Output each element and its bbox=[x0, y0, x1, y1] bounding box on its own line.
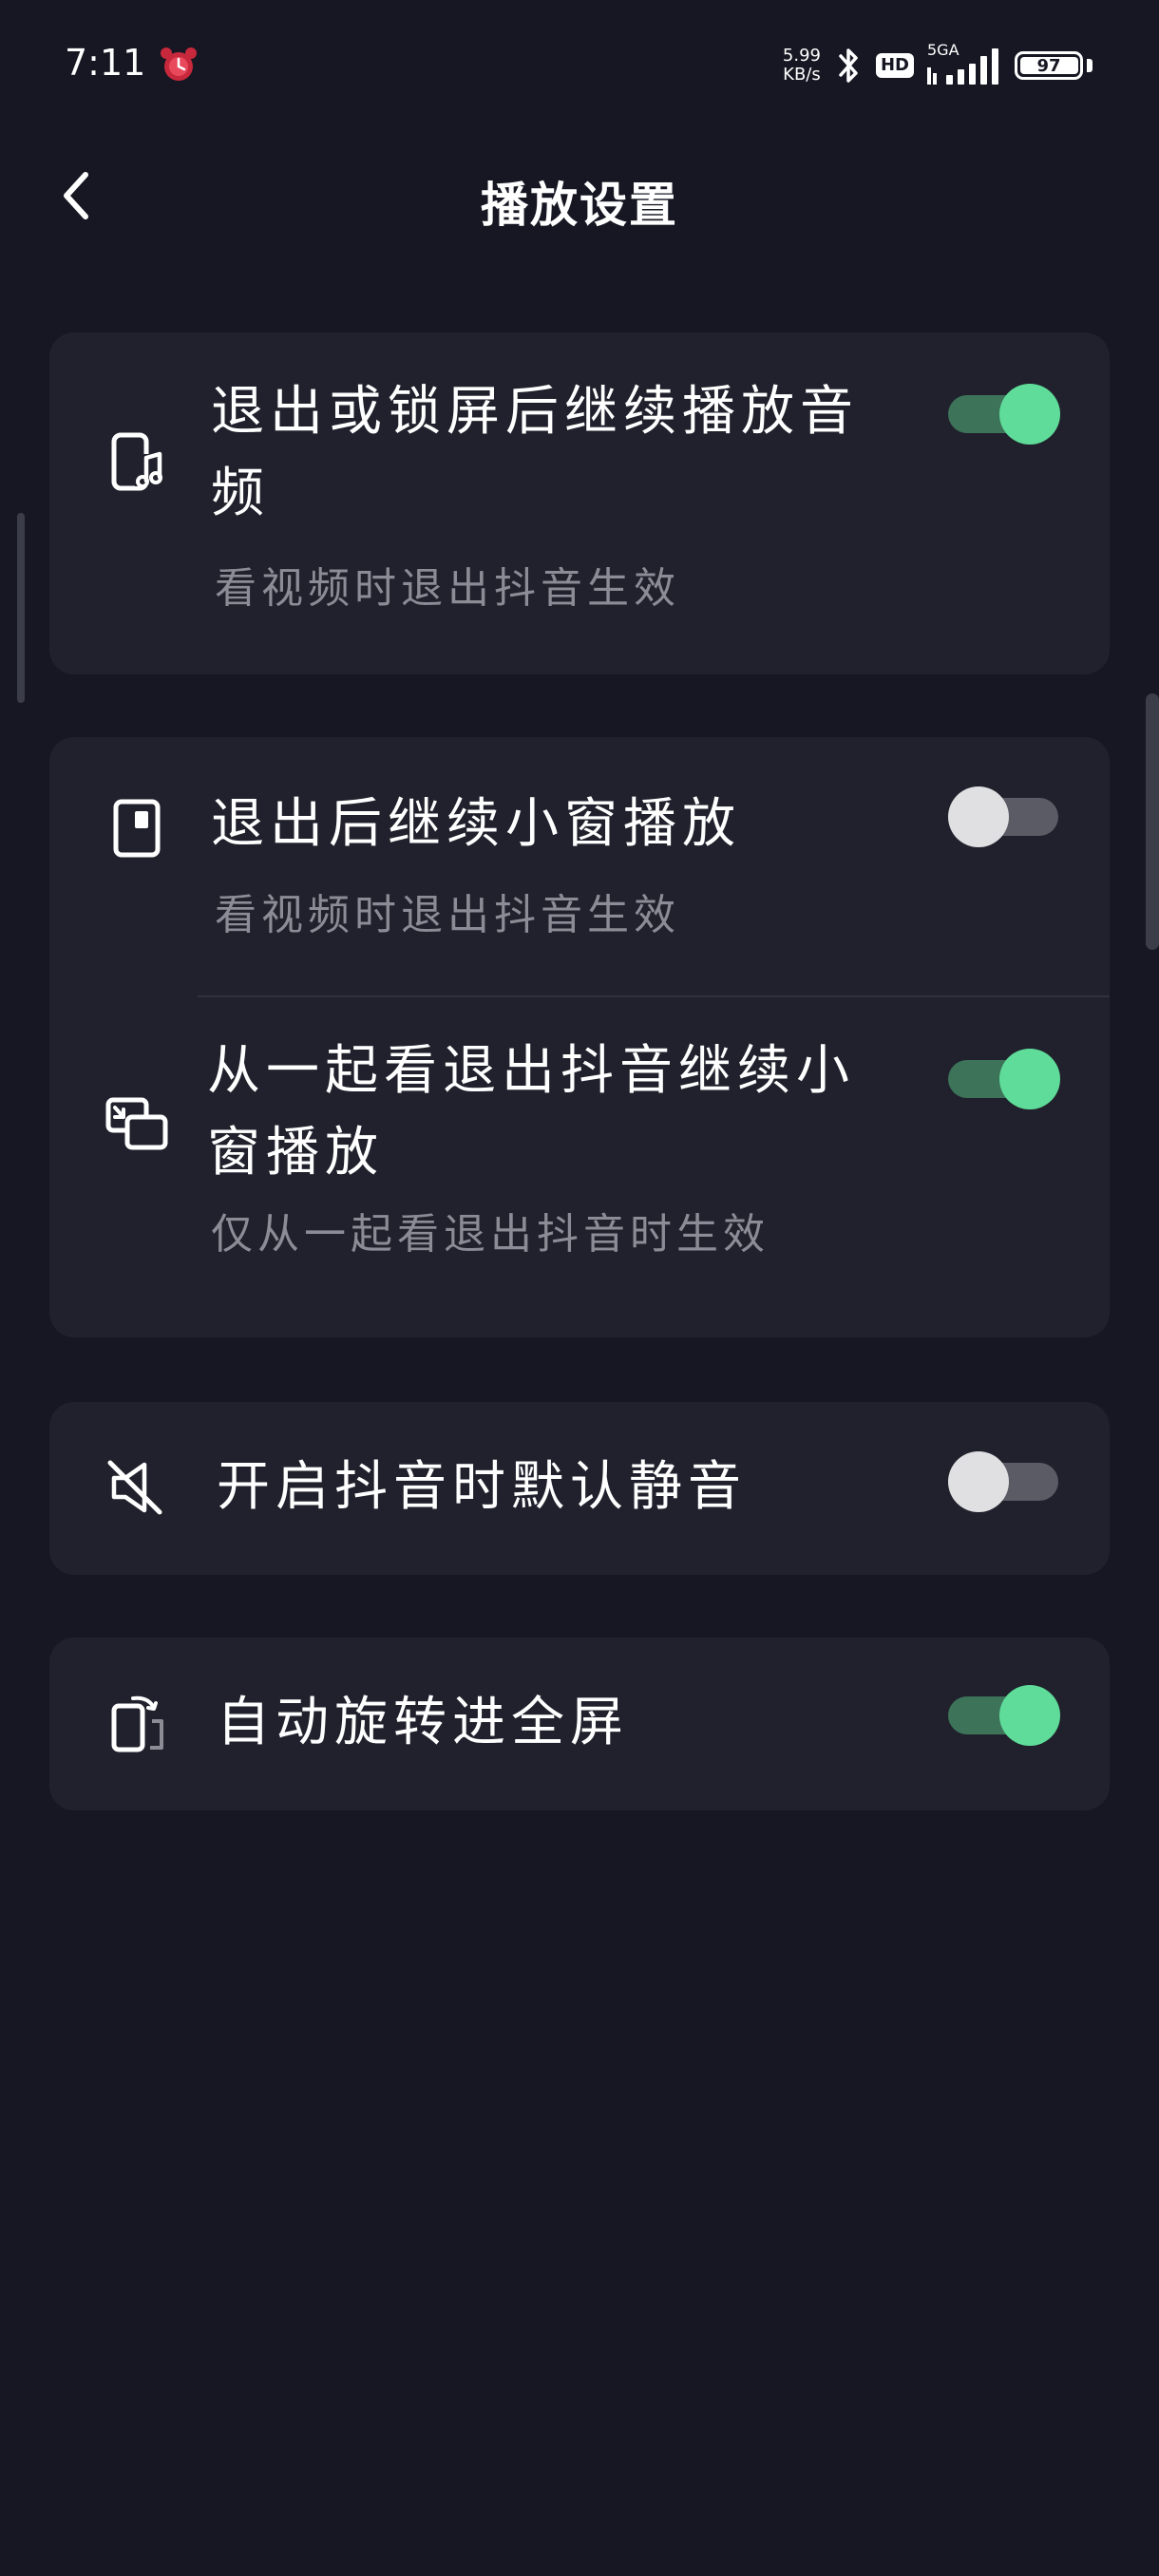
network-speed-value: 5.99 bbox=[782, 46, 821, 66]
page-title: 播放设置 bbox=[481, 178, 678, 233]
default-mute-title: 开启抖音时默认静音 bbox=[217, 1456, 747, 1518]
cellular-signal: 5GA bbox=[927, 41, 1001, 86]
edge-indicator bbox=[17, 513, 25, 703]
background-audio-toggle[interactable] bbox=[948, 384, 1060, 445]
network-speed-unit: KB/s bbox=[783, 65, 821, 85]
status-time: 7:11 bbox=[65, 42, 146, 84]
background-audio-row[interactable]: 退出或锁屏后继续播放音 频 看视频时退出抖音生效 bbox=[49, 332, 1110, 674]
watch-together-toggle[interactable] bbox=[948, 1049, 1060, 1109]
watch-together-title-line2: 窗播放 bbox=[207, 1122, 384, 1184]
toggle-knob bbox=[999, 1049, 1060, 1109]
background-audio-card: 退出或锁屏后继续播放音 频 看视频时退出抖音生效 bbox=[49, 332, 1110, 674]
screen-rotate-icon bbox=[111, 1695, 163, 1752]
auto-rotate-card: 自动旋转进全屏 bbox=[49, 1638, 1110, 1810]
watch-together-subtitle: 仅从一起看退出抖音时生效 bbox=[211, 1210, 770, 1259]
status-bar: 7:11 5.99 KB/s HD 5GA 97 bbox=[0, 0, 1159, 133]
picture-in-picture-icon bbox=[105, 1097, 168, 1150]
mini-window-card: 退出后继续小窗播放 看视频时退出抖音生效 从一起看退出抖音继续小 窗播放 仅从一… bbox=[49, 737, 1110, 1337]
toggle-knob bbox=[999, 384, 1060, 445]
background-audio-title-line1: 退出或锁屏后继续播放音 bbox=[211, 381, 859, 443]
background-audio-subtitle: 看视频时退出抖音生效 bbox=[215, 564, 680, 613]
default-mute-toggle[interactable] bbox=[948, 1451, 1060, 1512]
mini-window-toggle[interactable] bbox=[948, 786, 1060, 847]
mini-window-title: 退出后继续小窗播放 bbox=[211, 793, 741, 855]
mini-window-icon bbox=[113, 799, 161, 858]
background-audio-title-line2: 频 bbox=[211, 463, 270, 524]
page-header: 播放设置 bbox=[0, 133, 1159, 256]
default-mute-row[interactable]: 开启抖音时默认静音 bbox=[49, 1402, 1110, 1575]
mini-window-row[interactable]: 退出后继续小窗播放 看视频时退出抖音生效 bbox=[49, 737, 1110, 995]
auto-rotate-row[interactable]: 自动旋转进全屏 bbox=[49, 1638, 1110, 1810]
hd-badge: HD bbox=[875, 53, 914, 78]
mini-window-subtitle: 看视频时退出抖音生效 bbox=[215, 891, 680, 939]
bluetooth-icon bbox=[839, 48, 858, 83]
mute-icon bbox=[107, 1460, 162, 1515]
battery-indicator: 97 bbox=[1015, 51, 1083, 80]
status-indicators: 5.99 KB/s HD 5GA 97 bbox=[783, 41, 1092, 89]
signal-bars-icon bbox=[927, 48, 998, 85]
alarm-clock-icon bbox=[161, 47, 197, 81]
auto-rotate-toggle[interactable] bbox=[948, 1685, 1060, 1746]
battery-cap bbox=[1087, 59, 1092, 72]
watch-together-title-line1: 从一起看退出抖音继续小 bbox=[207, 1040, 855, 1102]
network-speed: 5.99 KB/s bbox=[783, 47, 821, 85]
auto-rotate-title: 自动旋转进全屏 bbox=[217, 1692, 629, 1753]
watch-together-row[interactable]: 从一起看退出抖音继续小 窗播放 仅从一起看退出抖音时生效 bbox=[49, 997, 1110, 1337]
toggle-knob bbox=[948, 1451, 1009, 1512]
battery-level: 97 bbox=[1036, 55, 1061, 76]
toggle-knob bbox=[948, 786, 1009, 847]
toggle-knob bbox=[999, 1685, 1060, 1746]
scrollbar[interactable] bbox=[1146, 693, 1159, 950]
phone-music-icon bbox=[111, 432, 162, 491]
default-mute-card: 开启抖音时默认静音 bbox=[49, 1402, 1110, 1575]
